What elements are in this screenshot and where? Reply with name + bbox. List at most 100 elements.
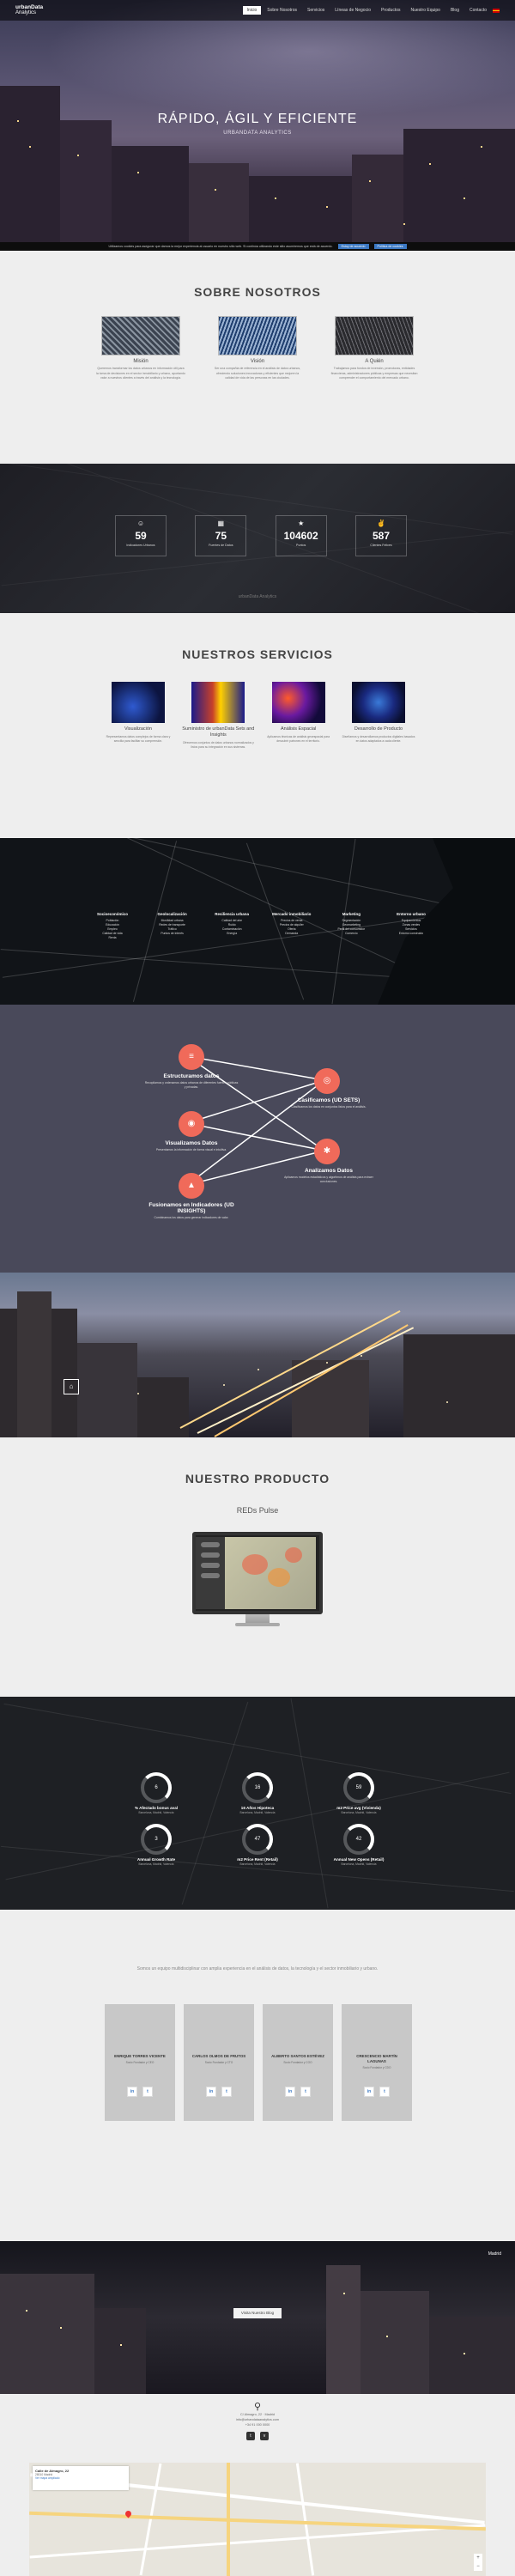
line-resiliencia: Resiliencia urbana Calidad del aire Ruid…	[205, 912, 258, 940]
services-section: NUESTROS SERVICIOS Visualización Represe…	[0, 613, 515, 838]
twitter-icon[interactable]: t	[142, 2087, 153, 2097]
service-text: Representamos datos complejos de forma c…	[106, 735, 171, 743]
map-zoom-control[interactable]: + −	[474, 2554, 482, 2571]
stat-value: 104602	[283, 530, 318, 542]
cookie-text: Utilizamos cookies para asegurar que dam…	[108, 245, 333, 248]
gauge-value: 59	[355, 1785, 362, 1790]
stat-label: Fuentes de Datos	[209, 544, 233, 547]
line-item: Renta	[108, 936, 117, 939]
service-heading: Análisis Espacial	[281, 726, 317, 732]
contact-phone: +34 91 000 0000	[245, 2423, 270, 2427]
blog-tag: Madrid	[488, 2251, 501, 2257]
process-text: Combinamos los datos para generar indica…	[154, 1216, 229, 1219]
about-text: Queremos transformar los datos urbanos e…	[96, 367, 185, 380]
line-heading: Socioeconómico	[96, 912, 128, 916]
zoom-out-icon[interactable]: −	[474, 2562, 482, 2571]
team-card: CRESCENCIO MARTÍN LAGUNAS Socio Fundador…	[342, 2004, 412, 2121]
visit-blog-button[interactable]: Visita Nuestro Blog	[233, 2308, 282, 2318]
twitter-icon[interactable]: t	[379, 2087, 390, 2097]
line-marketing: Marketing Segmentación Geomarketing Perf…	[324, 912, 378, 940]
cookie-accept-button[interactable]: Estoy de acuerdo	[337, 244, 369, 249]
team-card: ALBERTO SANTOS ESTÉVEZ Socio Fundador y …	[263, 2004, 333, 2121]
analisis-image	[271, 682, 325, 723]
cookie-bar: Utilizamos cookies para asegurar que dam…	[0, 242, 515, 251]
language-flag-icon[interactable]	[493, 8, 500, 13]
visualizacion-image	[112, 682, 165, 723]
gauge-hipoteca: 16 16 Años Hipoteca Barcelona, Madrid, V…	[215, 1772, 300, 1814]
nav-item-sobre-nosotros[interactable]: Sobre Nosotros	[263, 6, 301, 15]
vision-image	[218, 316, 297, 355]
line-inmobiliario: Mercado inmobiliario Precios de venta Pr…	[265, 912, 318, 940]
gauge-price-vivienda: 59 m2 Price avg (Vivienda) Barcelona, Ma…	[316, 1772, 402, 1814]
stat-label: Puntos	[296, 544, 306, 547]
linkedin-icon[interactable]: in	[285, 2087, 295, 2097]
team-name: CARLOS OLMOS DE FRUTOS	[191, 2054, 246, 2058]
process-text: Recopilamos y ordenamos datos urbanos de…	[144, 1081, 239, 1089]
line-item: Energía	[227, 932, 238, 935]
about-col-vision: Visión Ser una compañía de referencia en…	[213, 316, 302, 381]
product-name: REDs Pulse	[236, 1506, 279, 1515]
gauge-label: m2 Price Rent (Retail)	[237, 1857, 278, 1862]
process-heading: Estructuramos datos	[163, 1073, 220, 1079]
logo[interactable]: urbanData Analytics	[15, 4, 76, 15]
line-item: Puntos de interés	[161, 932, 184, 935]
service-analisis: Análisis Espacial Aplicamos técnicas de …	[262, 682, 336, 750]
hero-subtitle: URBANDATA ANALYTICS	[223, 131, 292, 136]
stat-indicadores: ☺ 59 Indicadores Urbanos	[115, 515, 167, 556]
team-name: ALBERTO SANTOS ESTÉVEZ	[271, 2054, 324, 2058]
nav-item-contacto[interactable]: Contacto	[465, 6, 491, 15]
twitter-icon[interactable]: t	[246, 2432, 255, 2440]
product-map-screenshot	[225, 1537, 316, 1609]
process-node-casificamos: Casificamos (UD SETS) Clasificamos los d…	[282, 1097, 376, 1109]
nav-item-equipo[interactable]: Nuestro Equipo	[407, 6, 445, 15]
process-heading: Analizamos Datos	[305, 1168, 353, 1174]
contact-section: ⚲ C/ Almagro, 22 · Madrid info@urbandata…	[0, 2394, 515, 2576]
team-name: ENRIQUE TORRES VICENTE	[114, 2054, 166, 2058]
process-text: Presentamos la información de forma visu…	[155, 1148, 227, 1151]
aquien-image	[335, 316, 414, 355]
twitter-icon[interactable]: t	[221, 2087, 232, 2097]
process-text: Aplicamos modelos estadísticos y algorit…	[284, 1176, 373, 1183]
linkedin-icon[interactable]: in	[206, 2087, 216, 2097]
process-node-analizamos: Analizamos Datos Aplicamos modelos estad…	[282, 1168, 376, 1184]
linkedin-icon[interactable]: in	[127, 2087, 137, 2097]
line-heading: Geolocalización	[157, 912, 187, 916]
gauge-sub: Barcelona, Madrid, Valencia	[239, 1862, 276, 1866]
nav-item-inicio[interactable]: Inicio	[242, 6, 262, 15]
suministro-image	[191, 682, 245, 723]
nav-item-blog[interactable]: Blog	[446, 6, 464, 15]
about-section: SOBRE NOSOTROS Misión Queremos transform…	[0, 251, 515, 464]
twitter-icon[interactable]: t	[300, 2087, 311, 2097]
process-heading: Fusionamos en Indicadores (UD INSIGHTS)	[148, 1202, 234, 1214]
gauge-bonus-aval: 6 % Afectado bonus aval Barcelona, Madri…	[113, 1772, 199, 1814]
service-heading: Desarrollo de Producto	[354, 726, 403, 732]
nav-item-lineas-negocio[interactable]: Líneas de Negocio	[330, 6, 375, 15]
stats-section: ☺ 59 Indicadores Urbanos ▦ 75 Fuentes de…	[0, 464, 515, 613]
gauge-value: 42	[355, 1837, 362, 1842]
business-lines-section: Socioeconómico Población Educación Emple…	[0, 838, 515, 1005]
vimeo-icon[interactable]: v	[260, 2432, 269, 2440]
process-section: ≡ Estructuramos datos Recopilamos y orde…	[0, 1005, 515, 1273]
line-heading: Mercado inmobiliario	[272, 912, 312, 916]
gauge-ring: 3	[141, 1824, 172, 1855]
gauge-ring: 6	[141, 1772, 172, 1803]
google-map[interactable]: Calle de Almagro, 22 28010 Madrid Ver ma…	[29, 2463, 486, 2576]
line-entorno: Entorno urbano Equipamientos Zonas verde…	[385, 912, 438, 940]
service-visualizacion: Visualización Representamos datos comple…	[101, 682, 175, 750]
line-heading: Marketing	[342, 912, 360, 916]
star-icon: ★	[298, 519, 305, 527]
services-title: NUESTROS SERVICIOS	[182, 647, 333, 661]
product-section: NUESTRO PRODUCTO REDs Pulse	[0, 1437, 515, 1697]
service-text: Ofrecemos conjuntos de datos urbanos nor…	[182, 741, 254, 749]
cookie-policy-button[interactable]: Política de cookies	[373, 244, 407, 249]
nav-item-productos[interactable]: Productos	[377, 6, 405, 15]
gauge-sub: Barcelona, Madrid, Valencia	[239, 1811, 276, 1814]
gauge-label: m2 Price avg (Vivienda)	[336, 1806, 381, 1810]
nav-item-servicios[interactable]: Servicios	[303, 6, 329, 15]
linkedin-icon[interactable]: in	[364, 2087, 374, 2097]
about-text: Ser una compañía de referencia en el aná…	[214, 367, 301, 380]
process-connectors	[186, 1055, 325, 1186]
zoom-in-icon[interactable]: +	[474, 2554, 482, 2562]
process-node-estructuramos: Estructuramos datos Recopilamos y ordena…	[144, 1073, 239, 1090]
map-link[interactable]: Ver mapa ampliado	[35, 2476, 126, 2480]
